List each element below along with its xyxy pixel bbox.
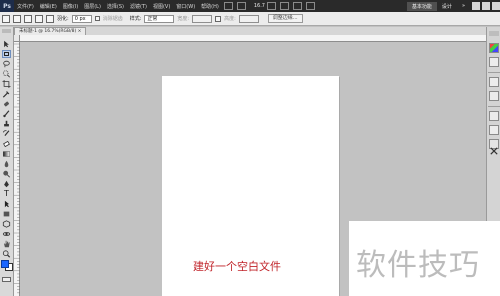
swatches-panel-icon[interactable] <box>489 57 499 67</box>
panel-divider <box>488 72 500 73</box>
new-selection-icon[interactable] <box>13 14 21 23</box>
add-selection-icon[interactable] <box>24 14 32 23</box>
watermark-text: 软件技巧 <box>356 248 480 283</box>
masks-panel-icon[interactable] <box>489 91 499 101</box>
marquee-preset-icon[interactable] <box>2 14 10 23</box>
width-input[interactable] <box>192 14 213 23</box>
screen-mode-icon[interactable] <box>223 2 233 10</box>
zoom-tool-icon[interactable] <box>2 250 11 258</box>
adjustments-panel-icon[interactable] <box>489 77 499 87</box>
ruler-horizontal[interactable]: 2800260024002200200018001600140012001000… <box>20 35 486 42</box>
workspace-design-button[interactable]: 设计 <box>437 3 457 10</box>
intersect-selection-icon[interactable] <box>46 14 54 23</box>
eraser-icon[interactable] <box>2 140 11 148</box>
document-tab[interactable]: 未标题-1 @ 16.7%(RGB/8) × <box>14 27 87 35</box>
channels-panel-icon[interactable] <box>489 125 499 135</box>
healing-brush-icon[interactable] <box>2 100 11 108</box>
arrange-documents-icon[interactable] <box>236 2 246 10</box>
3d-orbit-icon[interactable] <box>2 230 11 238</box>
feather-label: 羽化: <box>57 16 69 22</box>
workspace-essentials-button[interactable]: 基本功能 <box>406 1 437 11</box>
brush-tool-icon[interactable] <box>2 110 11 118</box>
zoom-level[interactable]: 16.7 <box>254 3 265 9</box>
photoshop-logo: Ps <box>0 0 14 12</box>
3d-rotate-icon[interactable] <box>2 220 11 228</box>
subtract-selection-icon[interactable] <box>35 14 43 23</box>
refine-edge-button[interactable]: 调整边缘... <box>267 14 303 23</box>
feather-input[interactable]: 0 px <box>71 14 92 23</box>
shape-tool-icon[interactable] <box>2 210 11 218</box>
pen-tool-icon[interactable] <box>2 180 11 188</box>
window-restore-icon[interactable] <box>482 2 490 10</box>
toolbox: T <box>0 27 14 296</box>
ruler-vertical[interactable] <box>14 42 20 296</box>
tools-panel-icon[interactable] <box>489 139 499 155</box>
blur-tool-icon[interactable] <box>2 160 11 168</box>
ruler-vertical-ticks <box>14 43 20 294</box>
style-label: 样式: <box>129 16 142 22</box>
rectangular-marquee-icon[interactable] <box>2 50 11 58</box>
type-tool-icon[interactable]: T <box>2 190 11 198</box>
history-brush-icon[interactable] <box>2 130 11 138</box>
quick-mask-icon[interactable] <box>2 277 11 282</box>
foreground-color-swatch[interactable] <box>1 260 9 268</box>
quick-selection-icon[interactable] <box>2 70 11 78</box>
menu-image[interactable]: 图像(I) <box>60 3 81 10</box>
canvas-caption: 建好一个空白文件 <box>193 260 281 273</box>
lasso-tool-icon[interactable] <box>2 60 11 68</box>
workspace-more-icon[interactable]: » <box>457 3 470 9</box>
menu-file[interactable]: 文件(F) <box>14 3 37 10</box>
move-tool-icon[interactable] <box>2 40 11 48</box>
layers-panel-icon[interactable] <box>489 111 499 121</box>
menu-filter[interactable]: 滤镜(T) <box>127 3 150 10</box>
style-select[interactable]: 正常 <box>144 14 175 23</box>
menu-bar: Ps 文件(F) 编辑(E) 图像(I) 图层(L) 选择(S) 滤镜(T) 视… <box>0 0 500 12</box>
clone-stamp-icon[interactable] <box>2 120 11 128</box>
menu-window[interactable]: 窗口(W) <box>173 3 198 10</box>
dodge-tool-icon[interactable] <box>2 170 11 178</box>
color-panel-icon[interactable] <box>489 43 499 53</box>
eyedropper-icon[interactable] <box>2 90 11 98</box>
width-label: 宽度: <box>177 16 190 22</box>
antialias-checkbox[interactable] <box>94 16 100 21</box>
gradient-tool-icon[interactable] <box>2 150 11 158</box>
panel-divider <box>488 106 500 107</box>
crop-tool-icon[interactable] <box>2 80 11 88</box>
menu-layer[interactable]: 图层(L) <box>81 3 104 10</box>
document-tab-strip: 未标题-1 @ 16.7%(RGB/8) × <box>14 27 486 35</box>
toolbox-collapse-icon[interactable] <box>2 29 11 33</box>
zoom-tool-icon[interactable] <box>279 2 289 10</box>
menu-edit[interactable]: 编辑(E) <box>37 3 60 10</box>
height-label: 高度: <box>224 16 236 22</box>
menu-view[interactable]: 视图(V) <box>150 3 173 10</box>
swap-dimensions-icon[interactable] <box>215 15 222 22</box>
hand-tool-icon[interactable] <box>266 2 276 10</box>
options-bar: 羽化: 0 px 消除锯齿 样式: 正常 宽度: 高度: 调整边缘... <box>0 12 500 26</box>
panel-dock-collapse-icon[interactable] <box>489 31 499 36</box>
window-close-icon[interactable] <box>492 2 500 10</box>
grid-icon[interactable] <box>305 2 315 10</box>
menu-select[interactable]: 选择(S) <box>104 3 127 10</box>
hand-tool-icon[interactable] <box>2 240 11 248</box>
menu-help[interactable]: 帮助(H) <box>198 3 222 10</box>
height-input[interactable] <box>238 14 259 23</box>
window-minimize-icon[interactable] <box>472 2 480 10</box>
antialias-label: 消除锯齿 <box>102 16 123 22</box>
path-selection-icon[interactable] <box>2 200 11 208</box>
rotate-view-icon[interactable] <box>292 2 302 10</box>
